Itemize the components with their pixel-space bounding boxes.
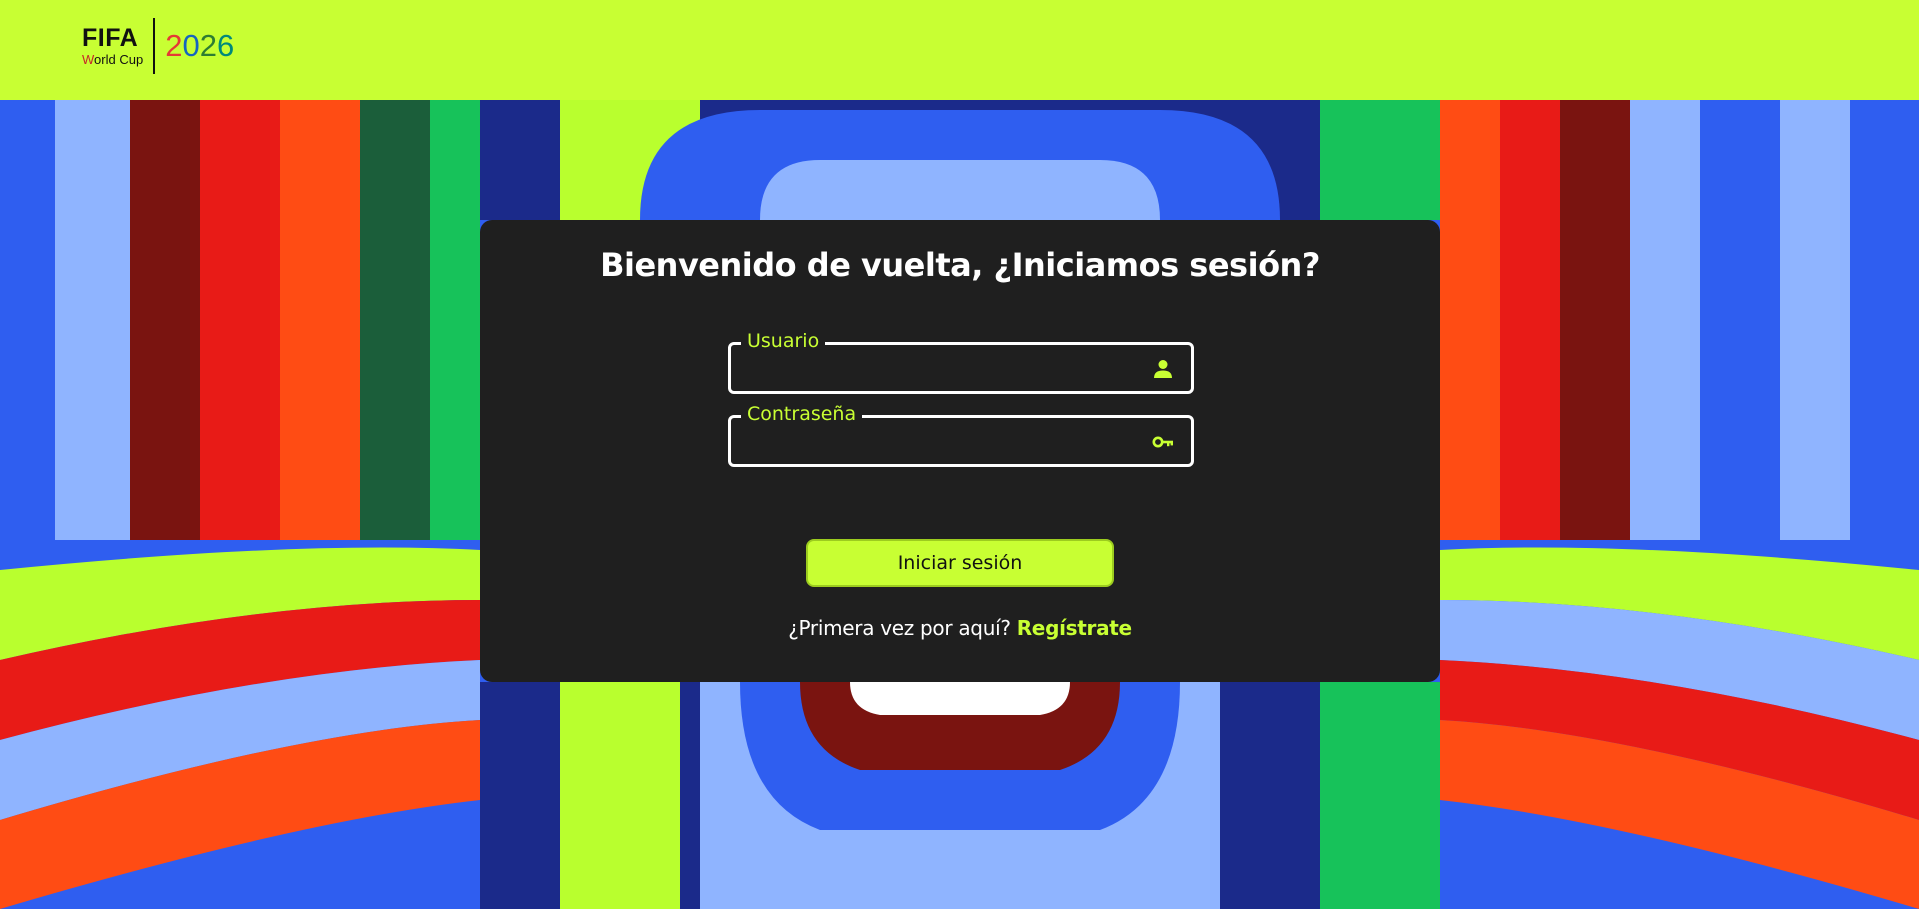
key-icon [1152, 436, 1173, 448]
signup-prompt: ¿Primera vez por aquí? Regístrate [480, 616, 1440, 640]
login-card: Bienvenido de vuelta, ¿Iniciamos sesión?… [480, 220, 1440, 682]
logo-subtitle: World Cup [82, 51, 144, 67]
password-field[interactable]: Contraseña [728, 402, 1194, 467]
top-bar: FIFA World Cup 2026 [0, 0, 1919, 100]
logo-year: 2026 [165, 28, 235, 63]
signup-link[interactable]: Regístrate [1017, 616, 1132, 640]
user-icon [1154, 360, 1172, 378]
password-label: Contraseña [741, 402, 863, 426]
username-field[interactable]: Usuario [728, 329, 1194, 394]
signup-prompt-text: ¿Primera vez por aquí? [788, 616, 1011, 640]
password-input[interactable] [741, 426, 1141, 456]
login-button[interactable]: Iniciar sesión [806, 539, 1114, 587]
username-input[interactable] [741, 353, 1141, 383]
fifa-world-cup-2026-logo[interactable]: FIFA World Cup 2026 [82, 18, 234, 74]
logo-wordmark: FIFA World Cup [82, 18, 156, 74]
logo-brand: FIFA [82, 23, 139, 52]
username-label: Usuario [741, 329, 826, 353]
login-title: Bienvenido de vuelta, ¿Iniciamos sesión? [600, 246, 1320, 284]
